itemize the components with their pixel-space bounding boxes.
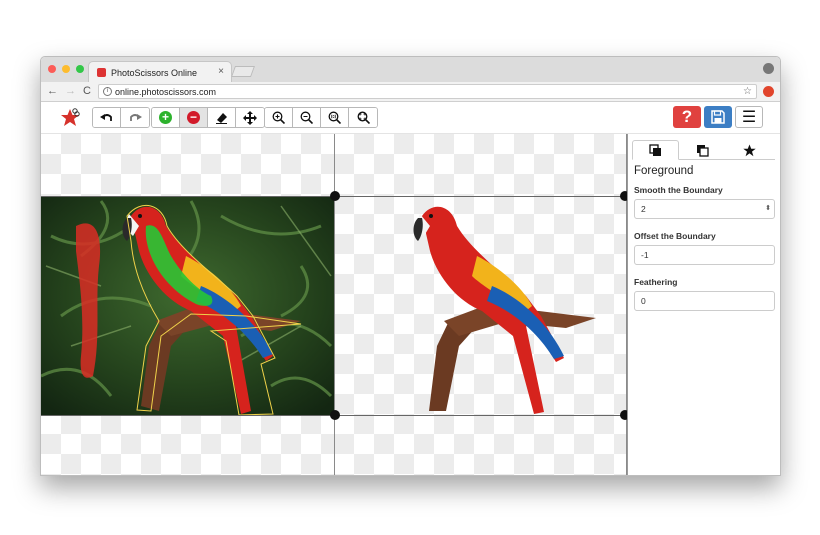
redo-button[interactable] (121, 108, 149, 127)
zoom-fit-button[interactable] (349, 108, 377, 127)
tab-strip: PhotoScissors Online × (41, 57, 780, 83)
smooth-select[interactable]: 2 ⬍ (634, 199, 775, 219)
smooth-value: 2 (641, 204, 646, 214)
editor-canvas[interactable] (41, 134, 630, 475)
settings-panel: Foreground Smooth the Boundary 2 ⬍ Offse… (627, 134, 780, 475)
crop-handle-bottom-left[interactable] (330, 410, 340, 420)
minimize-window-button[interactable] (62, 65, 70, 73)
tab-favorites[interactable] (726, 140, 773, 160)
favicon-icon (97, 68, 106, 77)
add-icon: + (159, 111, 172, 124)
browser-tab[interactable]: PhotoScissors Online × (88, 61, 232, 83)
photoscissors-logo-icon (61, 108, 80, 126)
move-button[interactable] (236, 108, 264, 127)
star-icon (743, 144, 756, 156)
undo-icon (100, 113, 112, 121)
save-icon (711, 110, 725, 124)
split-divider[interactable] (334, 134, 335, 475)
panel-tabs (632, 140, 775, 160)
save-button[interactable] (704, 106, 732, 128)
feathering-field[interactable]: 0 (634, 291, 775, 311)
zoom-out-button[interactable] (293, 108, 321, 127)
crop-handle-top-left[interactable] (330, 191, 340, 201)
info-icon[interactable]: i (103, 87, 112, 96)
offset-value: -1 (641, 250, 649, 260)
offset-field[interactable]: -1 (634, 245, 775, 265)
tab-close-button[interactable]: × (218, 66, 224, 77)
zoom-out-icon (300, 111, 313, 124)
zoom-group (264, 107, 378, 128)
zoom-fit-icon (357, 111, 370, 124)
profile-icon[interactable] (763, 63, 774, 74)
bookmark-star-icon[interactable]: ☆ (743, 85, 752, 99)
forward-button[interactable]: → (65, 85, 76, 97)
zoom-in-icon (272, 111, 285, 124)
zoom-actual-size-icon (328, 111, 341, 124)
new-tab-button[interactable] (230, 66, 256, 77)
chevron-updown-icon: ⬍ (765, 205, 771, 212)
eraser-icon (216, 113, 227, 124)
undo-button[interactable] (93, 108, 121, 127)
feathering-label: Feathering (634, 277, 678, 287)
extension-icon[interactable] (763, 86, 774, 97)
foreground-marker-button[interactable]: + (152, 108, 180, 127)
back-button[interactable]: ← (47, 85, 58, 97)
foreground-layer-icon (649, 143, 661, 156)
panel-title: Foreground (634, 165, 694, 177)
offset-label: Offset the Boundary (634, 231, 716, 241)
tab-title: PhotoScissors Online (111, 67, 198, 78)
menu-button[interactable]: ☰ (735, 106, 763, 128)
help-button[interactable]: ? (673, 106, 701, 128)
smooth-label: Smooth the Boundary (634, 185, 723, 195)
maximize-window-button[interactable] (76, 65, 84, 73)
redo-icon (129, 113, 142, 121)
remove-icon: − (187, 111, 200, 124)
reload-button[interactable]: C (83, 85, 91, 97)
zoom-in-button[interactable] (265, 108, 293, 127)
address-bar-row: ← → C i online.photoscissors.com ☆ (41, 82, 780, 102)
tab-background[interactable] (679, 140, 726, 160)
tab-foreground[interactable] (632, 140, 679, 160)
result-parrot (413, 206, 596, 414)
background-layer-icon (697, 144, 709, 157)
source-photo[interactable] (41, 196, 334, 415)
feathering-value: 0 (641, 296, 646, 306)
window-controls (48, 65, 84, 73)
browser-window: PhotoScissors Online × ← → C i online.ph… (40, 56, 781, 476)
background-marker-button[interactable]: − (180, 108, 208, 127)
move-icon (243, 110, 257, 125)
eraser-button[interactable] (208, 108, 236, 127)
zoom-actual-size-button[interactable] (321, 108, 349, 127)
result-photo (413, 206, 596, 414)
history-group (92, 107, 150, 128)
url-field[interactable]: i online.photoscissors.com ☆ (98, 84, 757, 99)
url-text: online.photoscissors.com (115, 87, 217, 97)
close-window-button[interactable] (48, 65, 56, 73)
brush-tools-group: + − (151, 107, 265, 128)
app-toolbar: + − ? ☰ (41, 102, 780, 134)
